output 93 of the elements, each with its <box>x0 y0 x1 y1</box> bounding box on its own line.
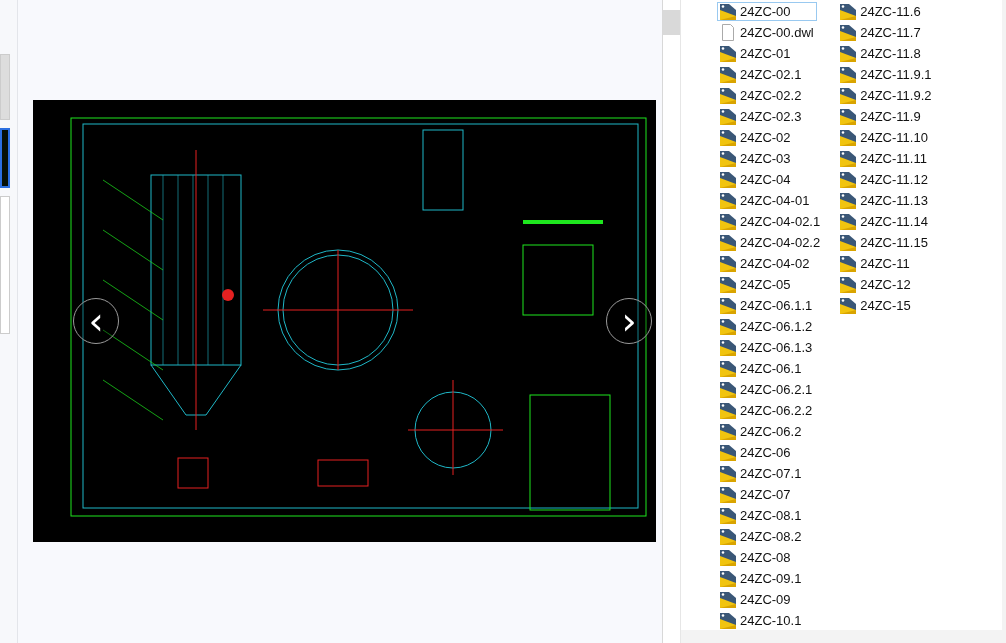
file-item[interactable]: 24ZC-15 <box>837 296 935 315</box>
scrollbar-thumb[interactable] <box>663 10 680 35</box>
drawing-file-icon <box>720 444 736 461</box>
file-item[interactable]: 24ZC-11.9 <box>837 107 935 126</box>
file-item[interactable]: 24ZC-11.13 <box>837 191 935 210</box>
drawing-file-icon <box>720 528 736 545</box>
drawing-file-icon <box>720 507 736 524</box>
drawing-file-icon <box>840 150 857 167</box>
file-item[interactable]: 24ZC-04-01 <box>717 191 824 210</box>
drawing-file-icon <box>840 171 857 188</box>
file-item[interactable]: 24ZC-11.11 <box>837 149 935 168</box>
file-item[interactable]: 24ZC-01 <box>717 44 824 63</box>
file-item[interactable]: 24ZC-11.14 <box>837 212 935 231</box>
drawing-file-icon <box>720 297 736 314</box>
drawing-file-icon <box>720 486 736 503</box>
thumbnail[interactable] <box>0 128 10 188</box>
file-item[interactable]: 24ZC-06.2.2 <box>717 401 824 420</box>
drawing-file-icon <box>720 591 736 608</box>
file-item[interactable]: 24ZC-11.10 <box>837 128 935 147</box>
file-item[interactable]: 24ZC-04-02.2 <box>717 233 824 252</box>
drawing-file-icon <box>720 402 736 419</box>
file-item[interactable]: 24ZC-11.9.1 <box>837 65 935 84</box>
document-icon <box>720 24 736 41</box>
file-item[interactable]: 24ZC-08.2 <box>717 527 824 546</box>
file-item[interactable]: 24ZC-11.12 <box>837 170 935 189</box>
drawing-file-icon <box>840 129 857 146</box>
file-item[interactable]: 24ZC-04-02 <box>717 254 824 273</box>
drawing-file-icon <box>720 150 736 167</box>
file-item[interactable]: 24ZC-06.2.1 <box>717 380 824 399</box>
file-item[interactable]: 24ZC-02.2 <box>717 86 824 105</box>
file-item[interactable]: 24ZC-11.7 <box>837 23 935 42</box>
drawing-file-icon <box>720 45 736 62</box>
file-item[interactable]: 24ZC-09.1 <box>717 569 824 588</box>
drawing-file-icon <box>720 129 736 146</box>
file-item[interactable]: 24ZC-06.1 <box>717 359 824 378</box>
drawing-file-icon <box>840 276 857 293</box>
file-item[interactable]: 24ZC-09 <box>717 590 824 609</box>
file-item[interactable]: 24ZC-12 <box>837 275 935 294</box>
file-item[interactable]: 24ZC-00 <box>717 2 817 21</box>
file-item[interactable]: 24ZC-11 <box>837 254 935 273</box>
drawing-file-icon <box>840 192 857 209</box>
drawing-file-icon <box>720 213 736 230</box>
drawing-file-icon <box>840 213 857 230</box>
drawing-file-icon <box>720 381 736 398</box>
file-item[interactable]: 24ZC-11.6 <box>837 2 935 21</box>
drawing-file-icon <box>720 465 736 482</box>
drawing-file-icon <box>840 45 857 62</box>
drawing-file-icon <box>720 171 736 188</box>
drawing-file-icon <box>720 66 736 83</box>
drawing-file-icon <box>840 24 857 41</box>
file-item[interactable]: 24ZC-07 <box>717 485 824 504</box>
drawing-file-icon <box>840 234 857 251</box>
file-item[interactable]: 24ZC-08 <box>717 548 824 567</box>
drawing-file-icon <box>720 549 736 566</box>
file-item[interactable]: 24ZC-07.1 <box>717 464 824 483</box>
file-item[interactable]: 24ZC-11.8 <box>837 44 935 63</box>
file-item[interactable]: 24ZC-00.dwl <box>717 23 824 42</box>
drawing-file-icon <box>840 255 857 272</box>
file-item[interactable]: 24ZC-06 <box>717 443 824 462</box>
file-item[interactable]: 24ZC-02.3 <box>717 107 824 126</box>
drawing-file-icon <box>720 360 736 377</box>
drawing-file-icon <box>720 234 736 251</box>
file-item[interactable]: 24ZC-04-02.1 <box>717 212 824 231</box>
drawing-file-icon <box>840 87 857 104</box>
file-item[interactable]: 24ZC-11.9.2 <box>837 86 935 105</box>
file-item[interactable]: 24ZC-06.1.3 <box>717 338 824 357</box>
next-button[interactable]: › <box>606 298 652 344</box>
file-item[interactable]: 24ZC-11.15 <box>837 233 935 252</box>
drawing-file-icon <box>720 423 736 440</box>
drawing-file-icon <box>840 3 857 20</box>
file-item[interactable]: 24ZC-10.1 <box>717 611 824 630</box>
drawing-file-icon <box>720 276 736 293</box>
drawing-file-icon <box>840 66 857 83</box>
file-item[interactable]: 24ZC-04 <box>717 170 824 189</box>
file-item[interactable]: 24ZC-02 <box>717 128 824 147</box>
drawing-file-icon <box>840 297 857 314</box>
file-item[interactable]: 24ZC-03 <box>717 149 824 168</box>
drawing-file-icon <box>720 318 736 335</box>
drawing-file-icon <box>720 570 736 587</box>
drawing-file-icon <box>720 339 736 356</box>
drawing-file-icon <box>720 255 736 272</box>
file-item[interactable]: 24ZC-06.1.2 <box>717 317 824 336</box>
drawing-file-icon <box>720 3 736 20</box>
file-item[interactable]: 24ZC-08.1 <box>717 506 824 525</box>
drawing-file-icon <box>720 87 736 104</box>
file-item[interactable]: 24ZC-02.1 <box>717 65 824 84</box>
drawing-file-icon <box>720 192 736 209</box>
file-item[interactable]: 24ZC-06.1.1 <box>717 296 824 315</box>
file-item[interactable]: 24ZC-05 <box>717 275 824 294</box>
drawing-file-icon <box>720 108 736 125</box>
previous-button[interactable]: ‹ <box>73 298 119 344</box>
file-item[interactable]: 24ZC-06.2 <box>717 422 824 441</box>
drawing-file-icon <box>840 108 857 125</box>
